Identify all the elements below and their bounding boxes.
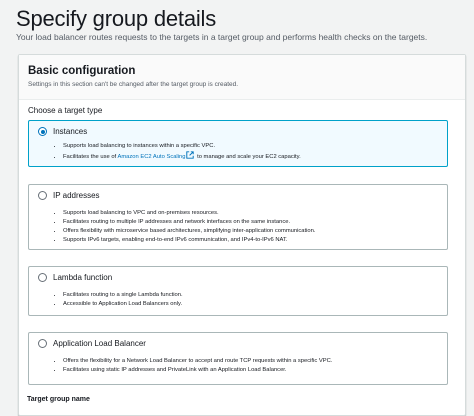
target-type-label: Choose a target type (28, 106, 103, 115)
target-type-option-ip-addresses[interactable]: IP addresses Supports load balancing to … (28, 184, 448, 250)
bullet: Facilitates routing to a single Lambda f… (63, 291, 183, 300)
option-label-lambda-function: Lambda function (53, 273, 113, 282)
page-title: Specify group details (16, 6, 217, 31)
bullet: Facilitates using static IP addresses an… (63, 366, 332, 375)
option-bullets-application-load-balancer: Offers the flexibility for a Network Loa… (53, 357, 332, 375)
page-description: Your load balancer routes requests to th… (16, 32, 428, 42)
option-bullets-lambda-function: Facilitates routing to a single Lambda f… (53, 291, 183, 309)
external-link-icon[interactable] (186, 151, 195, 159)
option-label-instances: Instances (53, 127, 88, 136)
bullet: Accessible to Application Load Balancers… (63, 300, 183, 309)
target-type-option-application-load-balancer[interactable]: Application Load Balancer Offers the fle… (28, 332, 448, 385)
bullet: Offers the flexibility for a Network Loa… (63, 357, 332, 366)
panel-subtitle: Settings in this section can't be change… (28, 81, 239, 88)
radio-ip-addresses[interactable] (38, 191, 47, 200)
target-type-option-instances[interactable]: Instances Supports load balancing to ins… (28, 120, 448, 167)
target-type-option-lambda-function[interactable]: Lambda function Facilitates routing to a… (28, 266, 448, 316)
panel-title: Basic configuration (28, 65, 136, 77)
bullet: Supports load balancing to VPC and on-pr… (63, 209, 315, 218)
radio-application-load-balancer[interactable] (38, 339, 47, 348)
radio-instances[interactable] (38, 127, 47, 136)
option-label-ip-addresses: IP addresses (53, 191, 100, 200)
bullet: Supports load balancing to instances wit… (63, 142, 301, 151)
bullet: Facilitates the use of Amazon EC2 Auto S… (63, 151, 301, 162)
bullet: Facilitates routing to multiple IP addre… (63, 218, 315, 227)
basic-configuration-panel: Basic configuration Settings in this sec… (18, 54, 466, 416)
option-label-application-load-balancer: Application Load Balancer (53, 339, 146, 348)
radio-lambda-function[interactable] (38, 273, 47, 282)
panel-header: Basic configuration Settings in this sec… (19, 55, 465, 100)
option-bullets-ip-addresses: Supports load balancing to VPC and on-pr… (53, 209, 315, 245)
ec2-auto-scaling-link[interactable]: Amazon EC2 Auto Scaling (117, 154, 185, 160)
option-bullets-instances: Supports load balancing to instances wit… (53, 142, 301, 162)
bullet: Offers flexibility with microservice bas… (63, 227, 315, 236)
bullet: Supports IPv6 targets, enabling end-to-e… (63, 236, 315, 245)
